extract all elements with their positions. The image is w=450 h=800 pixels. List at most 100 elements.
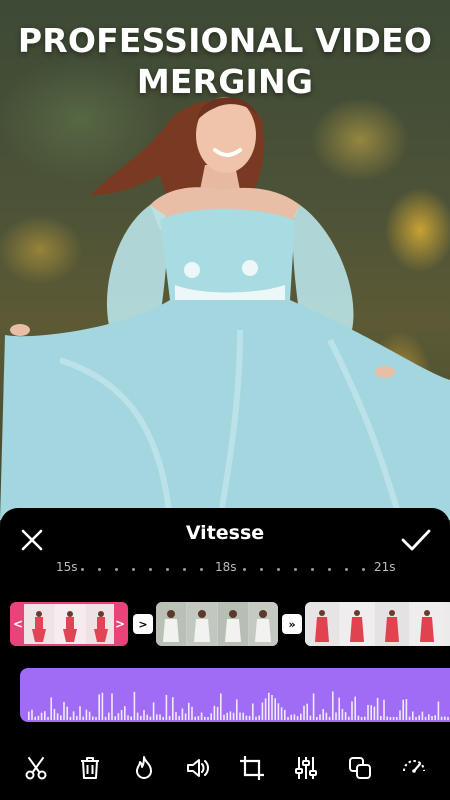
duplicate-icon: [349, 757, 371, 779]
waveform-bar: [82, 716, 84, 720]
confirm-button[interactable]: [394, 518, 438, 562]
waveform-bar: [328, 716, 331, 720]
waveform-bar: [140, 715, 142, 720]
waveform-bar: [69, 716, 72, 720]
ruler-tick: [243, 568, 246, 571]
waveform-bar: [213, 705, 216, 720]
audio-track[interactable]: [20, 668, 450, 722]
duplicate-button[interactable]: [340, 748, 380, 788]
clip-3-thumbnails: [305, 602, 450, 646]
waveform-bar: [316, 717, 318, 720]
waveform-bar: [92, 716, 94, 720]
waveform-bar: [360, 717, 363, 720]
clip-trim-handle-right[interactable]: >: [114, 604, 126, 644]
speed-editor-panel: Vitesse 15s 18s 21s < > > »: [0, 508, 450, 800]
waveform-bar: [136, 712, 139, 720]
scissors-icon: [25, 757, 47, 780]
clip-3[interactable]: [305, 602, 450, 646]
waveform-bar: [396, 717, 398, 720]
waveform-bar: [178, 715, 180, 720]
waveform-bar: [40, 712, 43, 720]
clip-1[interactable]: < >: [10, 602, 128, 646]
volume-icon: [187, 759, 209, 777]
waveform-bar: [258, 715, 260, 720]
waveform-bar: [284, 709, 286, 720]
waveform-bar: [197, 716, 200, 720]
waveform-bar: [223, 714, 225, 720]
volume-button[interactable]: [178, 748, 218, 788]
waveform-bar: [418, 715, 420, 720]
waveform-bar: [47, 716, 49, 720]
waveform-bar: [412, 711, 414, 720]
waveform-bar: [159, 714, 161, 720]
trash-icon: [81, 757, 99, 779]
clip-1-thumbnails: [24, 604, 116, 644]
waveform-bar: [95, 717, 97, 720]
waveform-bar: [72, 711, 75, 720]
speed-icon: [403, 760, 425, 773]
ruler-tick: [98, 568, 101, 571]
clip-2[interactable]: [156, 602, 278, 646]
waveform-bar: [373, 706, 376, 720]
speed-button[interactable]: [394, 748, 434, 788]
waveform-bar: [380, 716, 382, 720]
waveform-bar: [31, 709, 33, 720]
waveform-bar: [220, 693, 222, 720]
waveform-bar: [357, 715, 360, 720]
waveform-bar: [335, 712, 337, 720]
waveform-bar: [348, 716, 350, 720]
waveform-bar: [111, 693, 113, 720]
waveform-bar: [287, 717, 289, 720]
crop-button[interactable]: [232, 748, 272, 788]
waveform-bar: [149, 716, 152, 720]
delete-button[interactable]: [70, 748, 110, 788]
waveform-bar: [60, 715, 62, 720]
ruler-tick: [81, 568, 84, 571]
waveform-bar: [351, 701, 353, 720]
waveform-bar: [44, 711, 46, 720]
waveform-bar: [181, 708, 184, 720]
waveform-bar: [79, 706, 81, 720]
tool-bar: [0, 748, 450, 788]
waveform-bar: [293, 714, 296, 720]
waveform-bar: [309, 715, 312, 720]
ruler-mark-18s: 18s: [215, 560, 237, 574]
waveform-bar: [405, 699, 408, 720]
transition-button-1[interactable]: >: [133, 614, 153, 634]
ruler-tick: [362, 568, 365, 571]
split-button[interactable]: [16, 748, 56, 788]
ruler-tick: [277, 568, 280, 571]
ruler-tick: [328, 568, 331, 571]
ruler-mark-21s: 21s: [374, 560, 396, 574]
waveform-bar: [104, 716, 107, 720]
adjust-button[interactable]: [286, 748, 326, 788]
waveform-bar: [370, 705, 372, 720]
waveform-bar: [255, 716, 257, 720]
waveform-bar: [63, 701, 65, 720]
waveform-bar: [85, 709, 88, 720]
waveform-bar: [236, 699, 238, 720]
waveform-bar: [194, 716, 196, 720]
waveform-bar: [264, 698, 267, 720]
waveform-bar: [312, 693, 315, 720]
ruler-tick: [183, 568, 186, 571]
waveform-bar: [319, 714, 321, 720]
waveform-bar: [207, 717, 209, 720]
transition-button-2[interactable]: »: [282, 614, 302, 634]
waveform-bar: [344, 712, 347, 720]
waveform-bar: [114, 716, 116, 720]
effects-button[interactable]: [124, 748, 164, 788]
waveform-bar: [184, 713, 187, 720]
waveform-bar: [261, 702, 264, 720]
ruler-tick: [115, 568, 118, 571]
waveform-bar: [37, 715, 40, 720]
waveform-bar: [146, 714, 148, 720]
flame-icon: [136, 756, 152, 779]
waveform-bar: [120, 710, 123, 720]
waveform-bar: [50, 697, 52, 720]
waveform-bar: [296, 716, 299, 720]
time-ruler[interactable]: 15s 18s 21s: [0, 560, 450, 580]
clip-trim-handle-left[interactable]: <: [12, 604, 24, 644]
waveform-bar: [216, 707, 219, 720]
waveform-bar: [332, 691, 334, 720]
